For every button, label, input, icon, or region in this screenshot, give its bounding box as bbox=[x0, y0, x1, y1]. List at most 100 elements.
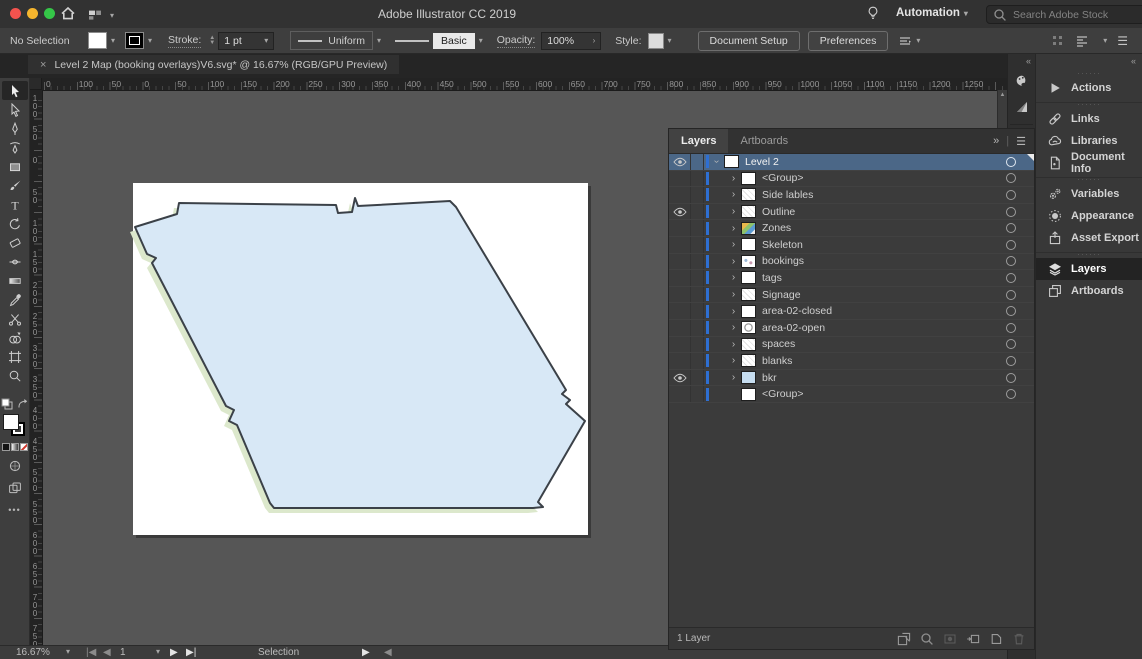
layer-row[interactable]: › spaces bbox=[669, 336, 1034, 354]
scroll-left-icon[interactable]: ◀ bbox=[384, 647, 392, 658]
layer-visibility-toggle[interactable] bbox=[669, 286, 691, 303]
artboard-tool-button[interactable] bbox=[2, 347, 28, 366]
layer-target-circle[interactable] bbox=[1006, 389, 1016, 400]
layer-target-circle[interactable] bbox=[1006, 173, 1016, 184]
layer-row[interactable]: › Signage bbox=[669, 286, 1034, 304]
layer-target-circle[interactable] bbox=[1006, 339, 1016, 350]
layer-row[interactable]: › Level 2 bbox=[669, 154, 1034, 171]
chevron-down-icon[interactable]: ▾ bbox=[377, 36, 381, 45]
ruler-origin-corner[interactable] bbox=[30, 78, 42, 90]
status-options-icon[interactable]: ▶ bbox=[362, 647, 370, 658]
scissors-tool-button[interactable] bbox=[2, 309, 28, 328]
layer-lock-toggle[interactable] bbox=[691, 236, 704, 253]
brush-definition-select[interactable]: Basic bbox=[433, 32, 475, 49]
layer-name[interactable]: Skeleton bbox=[762, 239, 803, 251]
shape-builder-tool-button[interactable] bbox=[2, 328, 28, 347]
rectangle-tool-button[interactable] bbox=[2, 157, 28, 176]
new-sublayer-button[interactable] bbox=[966, 632, 980, 646]
panel-menu-icon[interactable]: ☰ bbox=[1016, 135, 1026, 148]
layer-visibility-toggle[interactable] bbox=[669, 236, 691, 253]
chevron-down-icon[interactable]: ▾ bbox=[1103, 36, 1107, 45]
previous-artboard-button[interactable]: ◀ bbox=[103, 647, 111, 658]
expand-panels-icon[interactable]: « bbox=[1008, 54, 1035, 66]
layer-row[interactable]: › Zones bbox=[669, 220, 1034, 237]
layer-row[interactable]: › Side lables bbox=[669, 187, 1034, 204]
artboard-navigation-select[interactable]: 1 bbox=[120, 647, 126, 658]
layer-row[interactable]: › bkr bbox=[669, 369, 1034, 387]
panel-collapse-icon[interactable]: » bbox=[993, 135, 999, 147]
locate-object-button[interactable] bbox=[920, 632, 934, 646]
layer-visibility-toggle[interactable] bbox=[669, 270, 691, 286]
layer-lock-toggle[interactable] bbox=[691, 319, 704, 336]
eraser-tool-button[interactable] bbox=[2, 233, 28, 252]
layer-target-circle[interactable] bbox=[1006, 306, 1016, 317]
align-options-icon[interactable] bbox=[898, 34, 912, 48]
layer-lock-toggle[interactable] bbox=[691, 353, 704, 369]
layer-expand-chevron[interactable]: › bbox=[726, 289, 741, 300]
default-fill-stroke-button[interactable] bbox=[0, 397, 14, 411]
layer-lock-toggle[interactable] bbox=[691, 386, 704, 402]
layer-thumbnail[interactable] bbox=[741, 221, 756, 235]
workspace-menu[interactable]: Automation ▾ bbox=[896, 7, 968, 19]
layer-name[interactable]: tags bbox=[762, 272, 782, 284]
layer-thumbnail[interactable] bbox=[741, 254, 756, 268]
layer-name[interactable]: bkr bbox=[762, 372, 777, 384]
layer-row[interactable]: › tags bbox=[669, 270, 1034, 287]
layer-lock-toggle[interactable] bbox=[691, 220, 704, 236]
collect-for-export-button[interactable] bbox=[897, 632, 911, 646]
fill-stroke-wells[interactable] bbox=[2, 413, 28, 439]
zoom-level-select[interactable]: 16.67% bbox=[16, 647, 50, 658]
layer-expand-chevron[interactable]: › bbox=[726, 322, 741, 333]
layer-visibility-toggle[interactable] bbox=[669, 336, 691, 353]
tab-artboards[interactable]: Artboards bbox=[728, 129, 800, 153]
layer-expand-chevron[interactable]: › bbox=[726, 239, 741, 250]
gradient-tool-button[interactable] bbox=[2, 271, 28, 290]
drawing-modes-button[interactable] bbox=[8, 481, 22, 495]
layer-visibility-toggle[interactable] bbox=[669, 253, 691, 270]
layer-target-circle[interactable] bbox=[1006, 289, 1016, 300]
layer-target-circle[interactable] bbox=[1006, 189, 1016, 200]
layer-row[interactable]: › area-02-closed bbox=[669, 303, 1034, 320]
layer-thumbnail[interactable] bbox=[741, 171, 756, 185]
layer-visibility-toggle[interactable] bbox=[669, 369, 691, 386]
layer-target-circle[interactable] bbox=[1006, 206, 1016, 217]
layer-lock-toggle[interactable] bbox=[691, 303, 704, 319]
dock-item-layers[interactable]: Layers bbox=[1036, 258, 1142, 280]
layer-lock-toggle[interactable] bbox=[691, 170, 704, 187]
layer-lock-toggle[interactable] bbox=[691, 253, 704, 270]
layer-row[interactable]: › blanks bbox=[669, 353, 1034, 370]
layer-expand-chevron[interactable]: › bbox=[726, 189, 741, 200]
dock-item-libraries[interactable]: Libraries bbox=[1036, 130, 1142, 152]
layer-row[interactable]: › <Group> bbox=[669, 170, 1034, 188]
lightbulb-icon[interactable] bbox=[866, 6, 880, 20]
document-tab[interactable]: × Level 2 Map (booking overlays)V6.svg* … bbox=[28, 55, 400, 74]
layer-lock-toggle[interactable] bbox=[691, 270, 704, 286]
layer-visibility-toggle[interactable] bbox=[669, 319, 691, 336]
layer-thumbnail[interactable] bbox=[741, 238, 756, 252]
layer-name[interactable]: Signage bbox=[762, 289, 801, 301]
layer-expand-chevron[interactable]: › bbox=[726, 372, 741, 383]
scroll-up-icon[interactable]: ▲ bbox=[998, 92, 1007, 98]
layer-visibility-toggle[interactable] bbox=[669, 187, 691, 203]
layer-expand-chevron[interactable]: › bbox=[726, 256, 741, 267]
layer-thumbnail[interactable] bbox=[741, 288, 756, 302]
layer-thumbnail[interactable] bbox=[741, 337, 756, 351]
layer-visibility-toggle[interactable] bbox=[669, 353, 691, 369]
layer-name[interactable]: <Group> bbox=[762, 388, 803, 400]
stroke-weight-stepper[interactable]: ▲ ▼ bbox=[209, 35, 215, 46]
collapse-dock-icon[interactable]: « bbox=[1036, 54, 1142, 66]
rotate-tool-button[interactable] bbox=[2, 214, 28, 233]
layer-expand-chevron[interactable]: › bbox=[711, 154, 722, 169]
layer-visibility-toggle[interactable] bbox=[669, 170, 691, 187]
paintbrush-tool-button[interactable] bbox=[2, 176, 28, 195]
new-layer-button[interactable] bbox=[989, 632, 1003, 646]
eyedropper-tool-button[interactable] bbox=[2, 290, 28, 309]
dock-item-actions[interactable]: Actions bbox=[1036, 77, 1142, 99]
preferences-button[interactable]: Preferences bbox=[807, 30, 889, 51]
change-screen-mode-button[interactable] bbox=[8, 459, 22, 473]
layer-expand-chevron[interactable]: › bbox=[726, 272, 741, 283]
layer-visibility-toggle[interactable] bbox=[669, 386, 691, 402]
layer-name[interactable]: spaces bbox=[762, 338, 795, 350]
layer-expand-chevron[interactable]: › bbox=[726, 223, 741, 234]
layer-row[interactable]: › Skeleton bbox=[669, 236, 1034, 254]
